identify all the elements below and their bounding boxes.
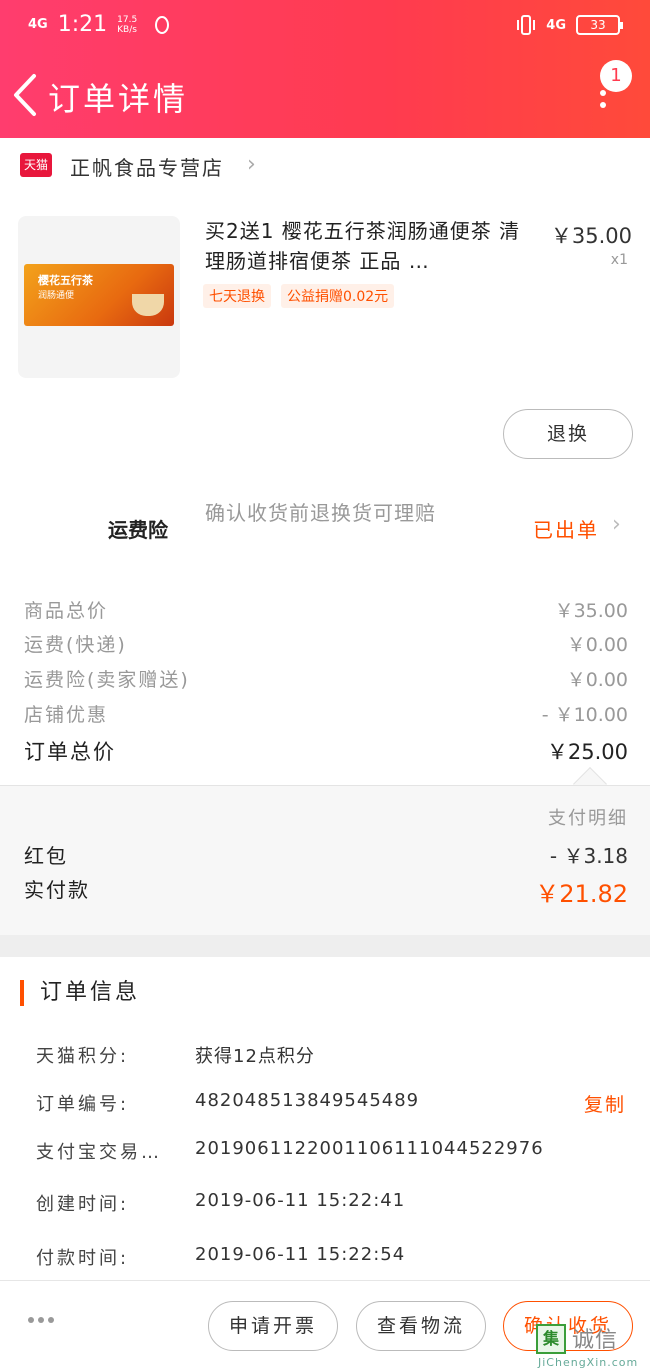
page-title: 订单详情 xyxy=(48,80,189,118)
summary-row: 店铺优惠 - ￥10.00 xyxy=(0,700,650,730)
red-packet-value: - ￥3.18 xyxy=(549,844,628,868)
shipping-insurance-row[interactable]: 运费险 确认收货前退换货可理赔 已出单 › xyxy=(0,492,650,562)
invoice-button[interactable]: 申请开票 xyxy=(208,1301,338,1351)
info-label: 天猫积分: xyxy=(36,1046,130,1067)
status-left: 4G 1:21 17.5 KB/s xyxy=(28,12,171,37)
order-total-row: 订单总价 ￥25.00 xyxy=(0,736,650,766)
network-speed: 17.5 KB/s xyxy=(117,14,138,35)
insurance-status: 已出单 xyxy=(533,518,599,542)
chevron-right-icon: › xyxy=(612,512,621,537)
refund-button[interactable]: 退换 xyxy=(503,409,633,459)
product-item[interactable]: 樱花五行茶 润肠通便 买2送1 樱花五行茶润肠通便茶 清理肠道排宿便茶 正品 …… xyxy=(0,210,650,390)
summary-label: 运费险(卖家赠送) xyxy=(24,669,190,691)
network-indicator: 4G xyxy=(28,17,48,32)
info-row-points: 天猫积分: 获得12点积分 xyxy=(0,1042,650,1072)
box-title: 樱花五行茶 xyxy=(38,274,93,287)
order-info-title: 订单信息 xyxy=(20,980,140,1006)
tag-seven-day-return: 七天退换 xyxy=(203,284,271,308)
message-badge: 1 xyxy=(600,60,632,92)
product-image: 樱花五行茶 润肠通便 xyxy=(18,216,180,378)
shop-row[interactable]: 天猫 正帆食品专营店 › xyxy=(0,138,650,194)
more-dots-icon xyxy=(600,90,606,114)
info-label: 订单编号: xyxy=(36,1094,130,1115)
chevron-right-icon: › xyxy=(247,152,256,177)
tmall-logo: 天猫 xyxy=(20,153,52,177)
info-value: 2019061122001106111044522976 xyxy=(195,1138,544,1159)
status-bar: 4G 1:21 17.5 KB/s 4G 33 xyxy=(0,0,650,50)
watermark-name: 诚信 xyxy=(572,1328,619,1353)
red-packet-row: 红包 - ￥3.18 xyxy=(0,840,650,870)
info-value: 482048513849545489 xyxy=(195,1090,420,1111)
order-total-value: ￥25.00 xyxy=(546,740,628,764)
tea-box-image: 樱花五行茶 润肠通便 xyxy=(24,264,174,326)
info-row-paid-time: 付款时间: 2019-06-11 15:22:54 xyxy=(0,1244,650,1274)
back-button[interactable] xyxy=(10,70,46,120)
info-label: 付款时间: xyxy=(36,1248,130,1269)
summary-row: 运费(快递) ￥0.00 xyxy=(0,630,650,660)
watermark-logo: 集 诚信 JiChengXin.com xyxy=(532,1318,650,1372)
battery-icon: 33 xyxy=(576,15,623,35)
order-total-label: 订单总价 xyxy=(24,740,116,764)
summary-row: 运费险(卖家赠送) ￥0.00 xyxy=(0,665,650,695)
info-row-created-time: 创建时间: 2019-06-11 15:22:41 xyxy=(0,1190,650,1220)
watermark-icon: 集 xyxy=(536,1324,566,1354)
more-menu-button[interactable]: 1 xyxy=(592,60,632,116)
info-value: 2019-06-11 15:22:41 xyxy=(195,1190,406,1211)
shop-name: 正帆食品专营店 xyxy=(70,156,224,180)
product-tags: 七天退换 公益捐赠0.02元 xyxy=(203,284,395,308)
info-row-order-number: 订单编号: 482048513849545489 复制 xyxy=(0,1090,650,1120)
summary-value: ￥35.00 xyxy=(554,600,628,622)
logistics-button[interactable]: 查看物流 xyxy=(356,1301,486,1351)
summary-label: 商品总价 xyxy=(24,600,109,622)
paid-row: 实付款 ￥21.82 xyxy=(0,874,650,908)
payment-detail-link[interactable]: 支付明细 xyxy=(548,804,628,830)
info-row-alipay-trade: 支付宝交易… 2019061122001106111044522976 xyxy=(0,1138,650,1168)
insurance-label: 运费险 xyxy=(108,518,168,542)
product-quantity: x1 xyxy=(610,252,628,268)
red-packet-label: 红包 xyxy=(24,844,68,868)
paid-label: 实付款 xyxy=(24,878,90,902)
summary-label: 店铺优惠 xyxy=(24,704,109,726)
navbar: 订单详情 1 xyxy=(0,60,650,130)
box-subtitle: 润肠通便 xyxy=(38,291,75,301)
tea-cup-icon xyxy=(132,294,164,316)
more-dots-icon[interactable] xyxy=(28,1317,54,1323)
penguin-icon xyxy=(155,15,170,34)
status-right: 4G 33 xyxy=(516,14,623,36)
summary-value: ￥0.00 xyxy=(566,669,628,691)
insurance-description: 确认收货前退换货可理赔 xyxy=(205,501,436,525)
tag-charity: 公益捐赠0.02元 xyxy=(281,284,395,308)
vibrate-icon xyxy=(517,15,536,35)
clock: 1:21 xyxy=(57,12,108,37)
paid-value: ￥21.82 xyxy=(535,880,628,908)
watermark-url: JiChengXin.com xyxy=(538,1356,639,1369)
summary-value: ￥0.00 xyxy=(566,634,628,656)
info-label: 创建时间: xyxy=(36,1194,130,1215)
info-value: 获得12点积分 xyxy=(195,1046,315,1067)
summary-value: - ￥10.00 xyxy=(541,704,628,726)
summary-row: 商品总价 ￥35.00 xyxy=(0,596,650,626)
summary-label: 运费(快递) xyxy=(24,634,127,656)
chevron-left-icon xyxy=(14,74,36,116)
info-value: 2019-06-11 15:22:54 xyxy=(195,1244,406,1265)
product-price: ￥35.00 xyxy=(550,224,632,248)
network-indicator-right: 4G xyxy=(546,17,566,33)
product-title: 买2送1 樱花五行茶润肠通便茶 清理肠道排宿便茶 正品 … xyxy=(205,219,521,273)
info-label: 支付宝交易… xyxy=(36,1142,162,1163)
section-divider xyxy=(0,935,650,957)
payment-box: 支付明细 红包 - ￥3.18 实付款 ￥21.82 xyxy=(0,785,650,935)
copy-button[interactable]: 复制 xyxy=(584,1090,626,1117)
header: 4G 1:21 17.5 KB/s 4G 33 订单详情 1 xyxy=(0,0,650,138)
